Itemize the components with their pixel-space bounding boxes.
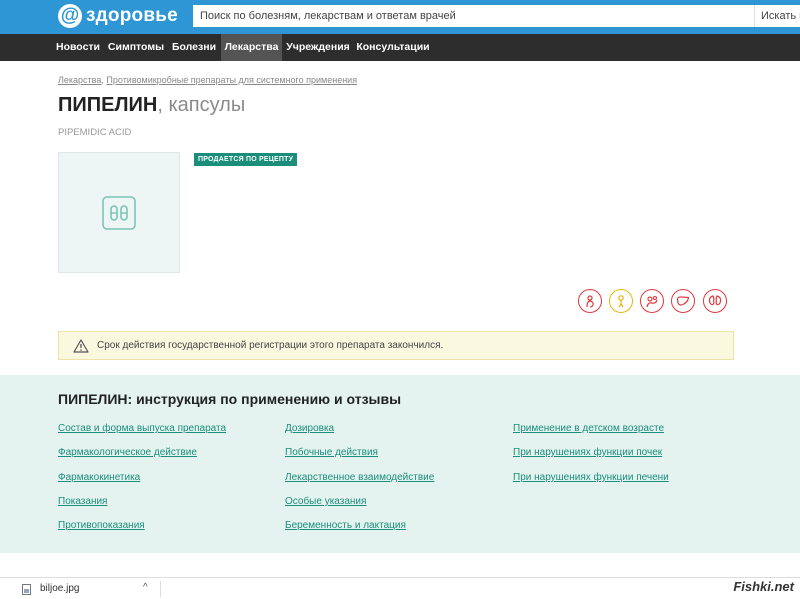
breadcrumb: Лекарства, Противомикробные препараты дл…	[58, 75, 357, 85]
site-logo[interactable]: @ здоровье	[58, 3, 178, 29]
link-special-notes[interactable]: Особые указания	[285, 496, 366, 507]
drug-name: ПИПЕЛИН	[58, 94, 158, 116]
search-bar: Искать в	[193, 5, 800, 27]
warning-triangle-icon	[73, 338, 89, 353]
link-interactions[interactable]: Лекарственное взаимодействие	[285, 472, 434, 483]
instructions-title: ПИПЕЛИН: инструкция по применению и отзы…	[58, 391, 402, 407]
drug-image-placeholder	[58, 152, 180, 273]
nav-item-drugs[interactable]: Лекарства	[221, 34, 282, 61]
link-pregnancy[interactable]: Беременность и лактация	[285, 520, 406, 531]
link-dosage[interactable]: Дозировка	[285, 423, 334, 434]
child-icon[interactable]	[609, 289, 633, 313]
instructions-section: ПИПЕЛИН: инструкция по применению и отзы…	[0, 375, 800, 553]
pregnancy-icon[interactable]	[578, 289, 602, 313]
download-filename[interactable]: biljoe.jpg	[40, 583, 79, 594]
download-separator	[160, 581, 161, 597]
download-bar: biljoe.jpg ^ Fishki.net	[0, 577, 800, 599]
link-pharmacokinetics[interactable]: Фармакокинетика	[58, 472, 140, 483]
logo-at-icon: @	[58, 4, 82, 28]
image-file-icon	[22, 584, 31, 595]
logo-text: здоровье	[86, 5, 178, 26]
search-button[interactable]: Искать в	[754, 5, 800, 27]
kidney-icon[interactable]	[703, 289, 727, 313]
breastfeeding-icon[interactable]	[640, 289, 664, 313]
nav-item-diseases[interactable]: Болезни	[167, 34, 221, 61]
drug-form: , капсулы	[157, 94, 246, 116]
registration-expired-notice: Срок действия государственной регистраци…	[58, 331, 734, 360]
breadcrumb-drugs-link[interactable]: Лекарства	[58, 75, 101, 85]
page-title: ПИПЕЛИН, капсулы	[58, 94, 245, 117]
nav-item-news[interactable]: Новости	[51, 34, 105, 61]
active-substance: PIPEMIDIC ACID	[58, 127, 132, 138]
watermark: Fishki.net	[733, 579, 794, 594]
capsule-icon	[102, 196, 136, 230]
link-pharmacology[interactable]: Фармакологическое действие	[58, 447, 197, 458]
chevron-up-icon[interactable]: ^	[143, 582, 148, 593]
nav-item-consultations[interactable]: Консультации	[354, 34, 432, 61]
link-children[interactable]: Применение в детском возрасте	[513, 423, 664, 434]
link-composition[interactable]: Состав и форма выпуска препарата	[58, 423, 226, 434]
site-header: @ здоровье Искать в	[0, 0, 800, 34]
liver-icon[interactable]	[671, 289, 695, 313]
link-side-effects[interactable]: Побочные действия	[285, 447, 378, 458]
link-liver[interactable]: При нарушениях функции печени	[513, 472, 669, 483]
link-indications[interactable]: Показания	[58, 496, 107, 507]
link-kidney[interactable]: При нарушениях функции почек	[513, 447, 662, 458]
main-nav: Новости Симптомы Болезни Лекарства Учреж…	[0, 34, 800, 61]
search-input[interactable]	[193, 5, 754, 27]
nav-item-institutions[interactable]: Учреждения	[282, 34, 354, 61]
breadcrumb-category-link[interactable]: Противомикробные препараты для системног…	[106, 75, 357, 85]
notice-text: Срок действия государственной регистраци…	[97, 340, 444, 351]
link-contraindications[interactable]: Противопоказания	[58, 520, 145, 531]
prescription-badge: ПРОДАЕТСЯ ПО РЕЦЕПТУ	[194, 153, 298, 166]
nav-item-symptoms[interactable]: Симптомы	[105, 34, 167, 61]
breadcrumb-separator: ,	[101, 75, 104, 85]
